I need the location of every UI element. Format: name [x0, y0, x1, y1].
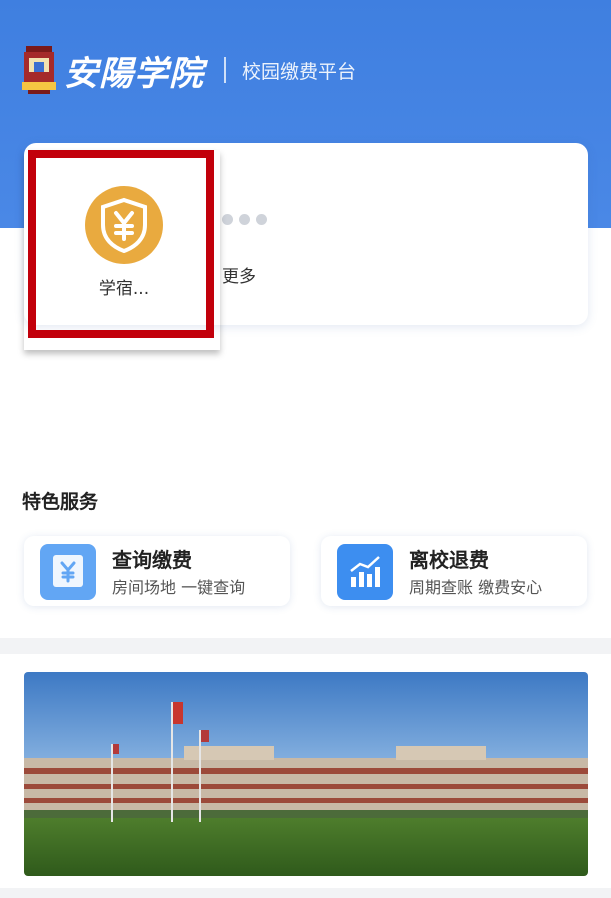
campus-banner[interactable]	[24, 672, 588, 876]
header: 安陽学院 校园缴费平台	[22, 42, 356, 98]
receipt-yuan-icon	[40, 544, 96, 600]
query-payment-card[interactable]: 查询缴费 房间场地 一键查询	[24, 536, 290, 606]
more-button[interactable]: 更多	[222, 212, 282, 302]
platform-title: 校园缴费平台	[242, 60, 357, 83]
bar-chart-trend-icon	[337, 544, 393, 600]
school-logo-text: 安陽学院	[64, 53, 204, 94]
section-title: 特色服务	[22, 491, 99, 513]
leave-refund-subtitle: 周期查账 缴费安心	[409, 578, 543, 597]
leave-refund-card[interactable]: 离校退费 周期查账 缴费安心	[321, 536, 587, 606]
bottom-separator	[0, 888, 611, 898]
highlight-box	[28, 150, 214, 338]
query-payment-subtitle: 房间场地 一键查询	[112, 578, 246, 597]
school-crest-icon	[22, 46, 56, 94]
more-dots-icon	[222, 212, 282, 226]
more-label: 更多	[222, 267, 256, 287]
campus-building-photo	[24, 672, 588, 876]
query-payment-title: 查询缴费	[112, 548, 192, 572]
section-separator	[0, 638, 611, 654]
leave-refund-title: 离校退费	[409, 548, 489, 572]
header-divider	[224, 57, 226, 83]
